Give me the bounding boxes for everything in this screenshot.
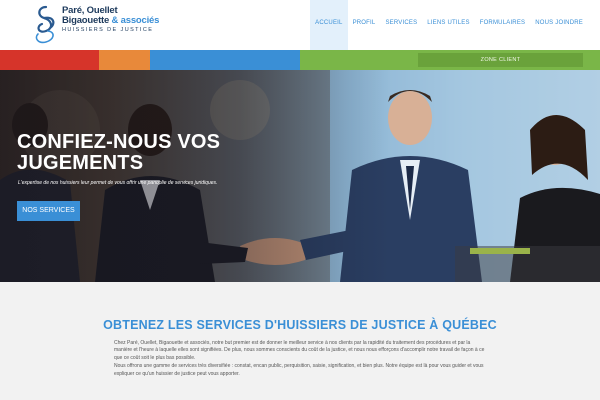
our-services-button[interactable]: NOS SERVICES: [17, 201, 80, 221]
stripe-orange: [99, 50, 150, 70]
nav-item-liens-utiles[interactable]: LIENS UTILES: [422, 0, 474, 50]
nav-item-accueil[interactable]: ACCUEIL: [310, 0, 348, 50]
hero-title: CONFIEZ-NOUS VOS JUGEMENTS: [17, 131, 221, 174]
section-body: Chez Paré, Ouellet, Bigaouette et associ…: [114, 340, 486, 379]
logo[interactable]: Paré, Ouellet Bigaouette & associés HUIS…: [32, 4, 162, 46]
logo-line-2-main: Bigaouette: [62, 15, 110, 26]
main-nav: ACCUEIL PROFIL SERVICES LIENS UTILES FOR…: [310, 0, 588, 50]
zone-client-button[interactable]: ZONE CLIENT: [418, 53, 583, 67]
hero-overlay: [0, 70, 600, 282]
hero-subtitle: L'expertise de nos huissiers leur permet…: [18, 180, 218, 186]
logo-text: Paré, Ouellet Bigaouette & associés HUIS…: [62, 6, 159, 34]
section-title: OBTENEZ LES SERVICES D'HUISSIERS DE JUST…: [103, 318, 497, 332]
hero-banner: CONFIEZ-NOUS VOS JUGEMENTS L'expertise d…: [0, 70, 600, 282]
intro-paragraph-2: Nous offrons une gamme de services très …: [114, 363, 484, 377]
stripe-blue: [150, 50, 300, 70]
nav-item-services[interactable]: SERVICES: [380, 0, 422, 50]
site-header: Paré, Ouellet Bigaouette & associés HUIS…: [0, 0, 600, 50]
nav-item-profil[interactable]: PROFIL: [348, 0, 381, 50]
logo-mark-icon: [35, 5, 55, 44]
logo-line-2: Bigaouette & associés: [62, 16, 159, 26]
intro-section: OBTENEZ LES SERVICES D'HUISSIERS DE JUST…: [0, 282, 600, 400]
nav-item-formulaires[interactable]: FORMULAIRES: [475, 0, 531, 50]
nav-item-nous-joindre[interactable]: NOUS JOINDRE: [530, 0, 588, 50]
logo-tagline: HUISSIERS DE JUSTICE: [62, 27, 154, 33]
stripe-red: [0, 50, 99, 70]
logo-line-2-amp: & associés: [111, 15, 160, 26]
intro-paragraph-1: Chez Paré, Ouellet, Bigaouette et associ…: [114, 340, 485, 361]
